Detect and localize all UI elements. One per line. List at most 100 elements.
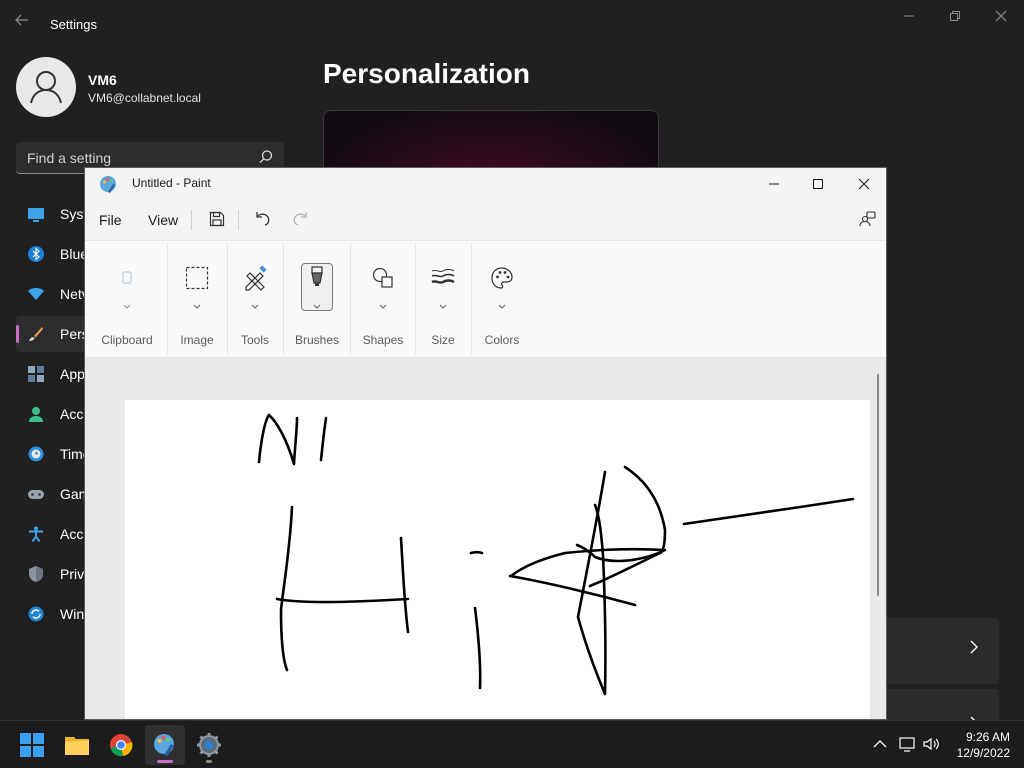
start-icon (20, 733, 44, 757)
paint-ribbon: Clipboard Image Tools Brushes Shapes Siz… (85, 240, 886, 358)
line-size-icon (430, 265, 456, 291)
ribbon-group-brushes[interactable]: Brushes (288, 241, 346, 359)
divider (227, 243, 228, 355)
running-indicator (206, 760, 212, 763)
user-email: VM6@collabnet.local (88, 91, 201, 105)
ribbon-group-image[interactable]: Image (169, 241, 225, 359)
maximize-icon[interactable] (806, 174, 830, 194)
sidebar-item-label: Priv (60, 566, 85, 582)
settings-card[interactable] (886, 689, 999, 730)
paint-window-title: Untitled - Paint (132, 176, 211, 190)
taskbar-paint[interactable] (145, 725, 185, 765)
ribbon-label: Colors (484, 333, 520, 347)
settings-gear-icon (197, 733, 221, 757)
divider (283, 243, 284, 355)
share-account-icon[interactable] (858, 209, 878, 229)
avatar[interactable] (16, 57, 76, 117)
drawing-canvas[interactable] (125, 400, 870, 719)
chevron-down-icon (313, 297, 321, 309)
divider (191, 210, 192, 230)
drawing-strokes (257, 413, 855, 696)
menu-file[interactable]: File (99, 212, 122, 228)
settings-card[interactable] (886, 618, 999, 684)
paint-titlebar: Untitled - Paint (85, 168, 886, 200)
save-icon[interactable] (207, 209, 227, 229)
select-rectangle-icon (184, 265, 210, 291)
sidebar-item-label: App (60, 366, 85, 382)
ribbon-label: Brushes (294, 333, 340, 347)
divider (167, 243, 168, 355)
divider (350, 243, 351, 355)
user-name: VM6 (88, 72, 117, 88)
taskbar-file-explorer[interactable] (57, 725, 97, 765)
brush-icon (304, 265, 330, 291)
clock-date: 12/9/2022 (956, 746, 1010, 760)
canvas-workspace (85, 358, 886, 719)
back-arrow-icon[interactable] (14, 12, 34, 32)
system-clock[interactable]: 9:26 AM 12/9/2022 (957, 729, 1010, 761)
divider (471, 243, 472, 355)
ribbon-group-colors[interactable]: Colors (473, 241, 531, 359)
pencil-tools-icon (242, 265, 268, 291)
color-palette-icon (489, 265, 515, 291)
paint-window: Untitled - Paint File View Clipboard Ima… (84, 167, 887, 720)
start-button[interactable] (12, 725, 52, 765)
page-title: Personalization (323, 58, 530, 89)
ribbon-group-tools[interactable]: Tools (229, 241, 281, 359)
sidebar-item-label: Win (60, 606, 85, 622)
taskbar-settings[interactable] (189, 725, 229, 765)
network-icon (28, 286, 44, 302)
clock-time: 9:26 AM (965, 730, 1010, 744)
privacy-shield-icon (28, 566, 44, 582)
minimize-icon[interactable] (762, 174, 786, 194)
close-icon[interactable] (852, 174, 876, 194)
search-placeholder: Find a setting (27, 150, 112, 166)
accounts-icon (28, 406, 44, 422)
active-indicator (157, 760, 173, 763)
ribbon-label: Clipboard (101, 333, 153, 347)
file-explorer-icon (65, 737, 89, 755)
restore-icon[interactable] (943, 8, 967, 28)
menu-view[interactable]: View (148, 212, 178, 228)
minimize-icon[interactable] (897, 8, 921, 28)
time-language-icon (28, 446, 44, 462)
chevron-down-icon (379, 297, 387, 309)
divider (415, 243, 416, 355)
chevron-right-icon (969, 640, 979, 659)
chevron-down-icon (498, 297, 506, 309)
ribbon-label: Shapes (362, 333, 404, 347)
network-display-icon[interactable] (898, 735, 916, 753)
ribbon-group-size[interactable]: Size (417, 241, 469, 359)
taskbar-chrome[interactable] (101, 725, 141, 765)
chevron-up-icon[interactable] (871, 735, 889, 753)
paint-menubar: File View (85, 200, 886, 240)
chevron-down-icon (193, 297, 201, 309)
selection-indicator (16, 325, 19, 343)
paint-app-icon (99, 175, 117, 193)
ribbon-group-clipboard[interactable]: Clipboard (97, 241, 157, 359)
shapes-icon (370, 265, 396, 291)
windows-update-icon (28, 606, 44, 622)
accessibility-icon (28, 526, 44, 543)
ribbon-label: Tools (240, 333, 269, 347)
chevron-down-icon (439, 297, 447, 309)
chevron-down-icon (123, 297, 131, 309)
settings-titlebar: Settings (0, 0, 1024, 48)
system-icon (28, 206, 44, 222)
ribbon-group-shapes[interactable]: Shapes (353, 241, 413, 359)
chrome-icon (110, 734, 133, 757)
divider (238, 210, 239, 230)
volume-icon[interactable] (922, 735, 940, 753)
chevron-down-icon (251, 297, 259, 309)
apps-icon (28, 366, 44, 382)
taskbar: 9:26 AM 12/9/2022 (0, 720, 1024, 768)
bluetooth-icon (28, 246, 44, 262)
clipboard-icon (114, 265, 140, 291)
personalization-brush-icon (28, 326, 44, 342)
redo-icon[interactable] (291, 209, 311, 229)
desktop: Settings VM6 VM6@collabnet.local Find a … (0, 0, 1024, 768)
close-icon[interactable] (989, 8, 1013, 28)
paint-icon (154, 734, 174, 757)
vertical-scrollbar[interactable] (877, 374, 879, 596)
undo-icon[interactable] (252, 209, 272, 229)
